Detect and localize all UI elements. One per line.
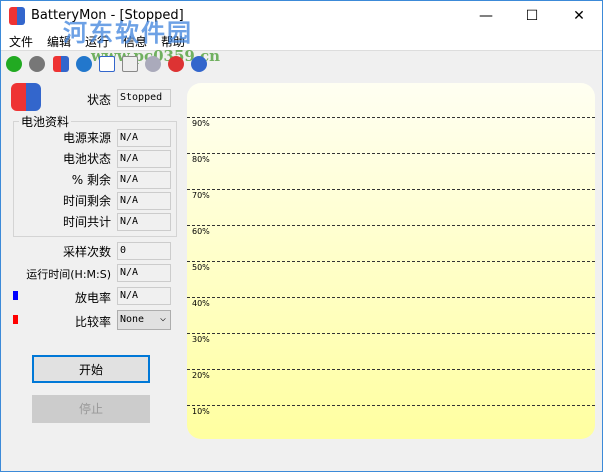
menu-file[interactable]: 文件 [9, 33, 33, 50]
runtime-label: 运行时间(H:M:S) [26, 268, 111, 281]
discharge-label: 放电率 [74, 291, 111, 305]
time-remaining-value: N/A [117, 192, 171, 210]
chart-icon[interactable] [122, 56, 138, 72]
runtime-value: N/A [117, 264, 171, 282]
gridline-label: 70% [192, 191, 210, 200]
gridline-label: 10% [192, 407, 210, 416]
delete-icon[interactable] [168, 56, 184, 72]
gridline-label: 20% [192, 371, 210, 380]
time-remaining-label: 时间剩余 [62, 194, 111, 208]
gridline-label: 40% [192, 299, 210, 308]
battery-info-title: 电池资料 [19, 113, 72, 130]
battery-status-value: N/A [117, 150, 171, 168]
battery-chart: 90% 80% 70% 60% 50% 40% 30% 20% 10% [187, 83, 595, 439]
start-icon[interactable] [6, 56, 22, 72]
checklist-icon[interactable] [99, 56, 115, 72]
toolbar [1, 53, 602, 75]
status-label: 状态 [86, 93, 111, 107]
gridline [187, 333, 595, 334]
maximize-button[interactable]: ☐ [509, 1, 555, 31]
gridline [187, 225, 595, 226]
chevron-down-icon: ⌵ [159, 313, 166, 324]
minimize-button[interactable]: — [463, 1, 509, 31]
battery-status-label: 电池状态 [62, 152, 111, 166]
gridline [187, 297, 595, 298]
time-total-value: N/A [117, 213, 171, 231]
percent-remaining-label: % 剩余 [71, 173, 111, 187]
start-button[interactable]: 开始 [32, 355, 150, 383]
compare-label: 比较率 [74, 315, 111, 329]
gridline-label: 50% [192, 263, 210, 272]
watermark-text: 河东软件园 [63, 19, 193, 47]
gridline [187, 261, 595, 262]
close-button[interactable]: ✕ [556, 1, 602, 31]
power-source-label: 电源来源 [62, 131, 111, 145]
compare-select-value: None [120, 314, 145, 325]
gridline [187, 117, 595, 118]
gridline-label: 80% [192, 155, 210, 164]
info-icon[interactable] [76, 56, 92, 72]
gridline [187, 369, 595, 370]
gridline [187, 153, 595, 154]
app-battery-icon [9, 7, 25, 25]
stop-button[interactable]: 停止 [32, 395, 150, 423]
gridline [187, 189, 595, 190]
gridline-label: 90% [192, 119, 210, 128]
gridline-label: 30% [192, 335, 210, 344]
samples-label: 采样次数 [62, 245, 111, 259]
percent-remaining-value: N/A [117, 171, 171, 189]
battery-icon[interactable] [53, 56, 69, 72]
power-source-value: N/A [117, 129, 171, 147]
time-total-label: 时间共计 [62, 215, 111, 229]
gridline-label: 60% [192, 227, 210, 236]
status-value: Stopped [117, 89, 171, 107]
help-icon[interactable] [191, 56, 207, 72]
gridline [187, 405, 595, 406]
settings-icon[interactable] [145, 56, 161, 72]
discharge-value: N/A [117, 287, 171, 305]
samples-value: 0 [117, 242, 171, 260]
compare-select[interactable]: None ⌵ [117, 310, 171, 330]
stop-icon[interactable] [29, 56, 45, 72]
